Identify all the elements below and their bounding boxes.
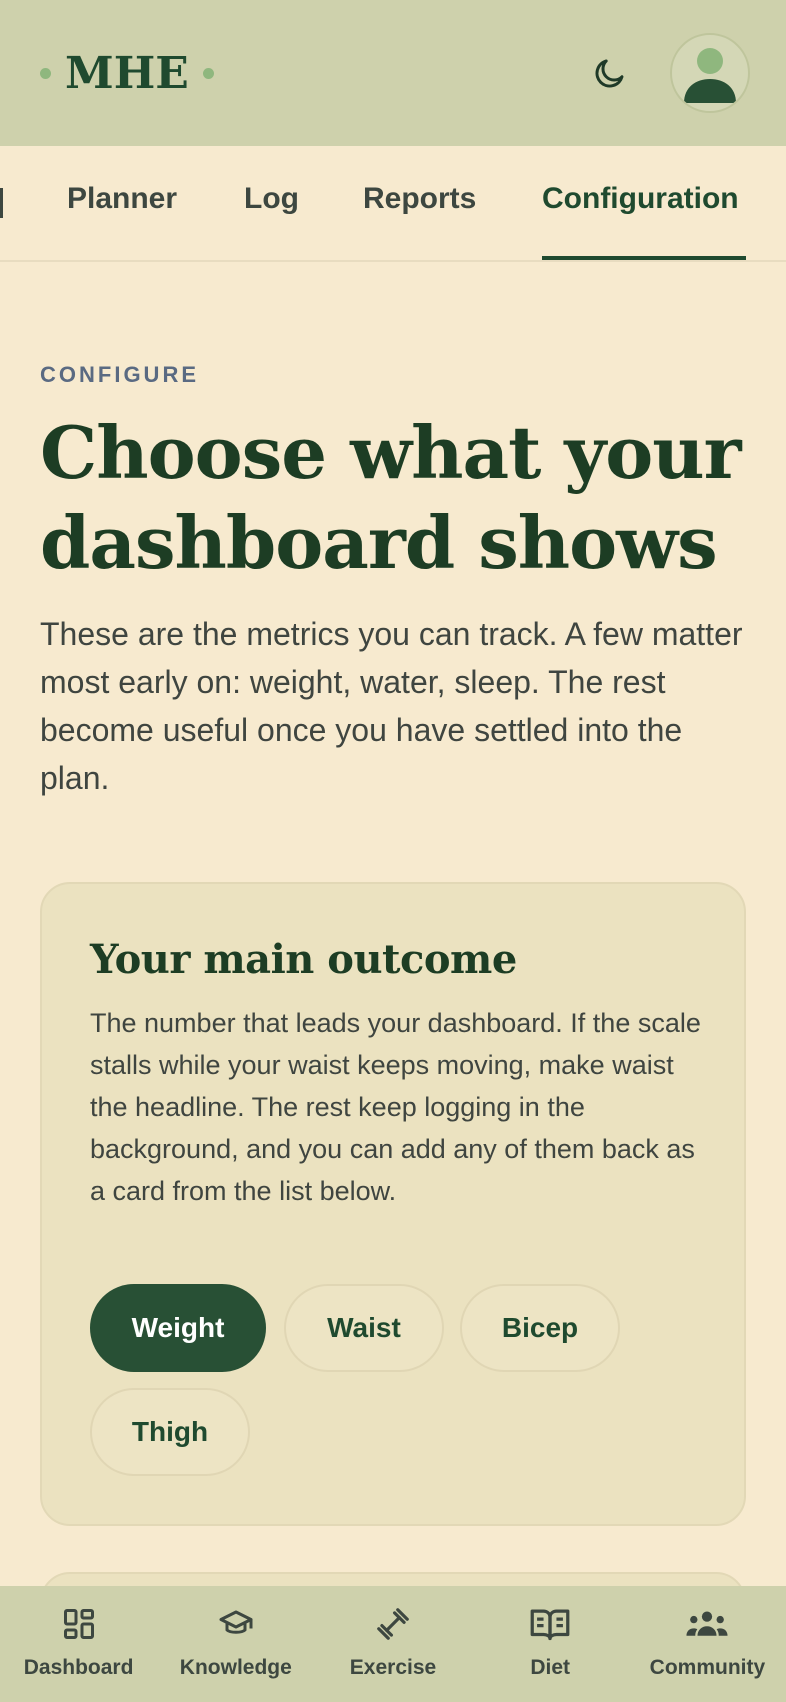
tab-planner[interactable]: Planner xyxy=(67,182,177,216)
nav-label-knowledge: Knowledge xyxy=(179,1656,292,1679)
graduation-cap-icon xyxy=(219,1610,253,1634)
option-bicep-chip[interactable]: Bicep xyxy=(460,1284,620,1372)
theme-toggle-button[interactable] xyxy=(586,49,634,97)
tab-overflow-indicator xyxy=(0,188,3,218)
section-eyebrow: CONFIGURE xyxy=(40,362,199,387)
nav-label-diet: Diet xyxy=(530,1656,571,1679)
logo-dot-right xyxy=(202,67,214,79)
book-icon xyxy=(530,1609,570,1641)
tab-log[interactable]: Log xyxy=(244,182,299,216)
option-waist-chip[interactable]: Waist xyxy=(284,1284,444,1372)
moon-icon xyxy=(595,59,624,88)
logo[interactable]: MHE xyxy=(40,48,214,99)
option-thigh-chip[interactable]: Thigh xyxy=(90,1388,250,1476)
nav-label-exercise: Exercise xyxy=(349,1656,437,1679)
page-title: Choose what your dashboard shows xyxy=(40,410,742,585)
nav-label-community: Community xyxy=(649,1656,766,1679)
user-avatar-icon xyxy=(684,48,736,103)
header-actions xyxy=(586,33,750,113)
nav-item-dashboard[interactable]: Dashboard xyxy=(0,1586,157,1702)
app-header: MHE xyxy=(0,0,786,146)
card-title: Your main outcome xyxy=(90,936,517,983)
tab-configuration[interactable]: Configuration xyxy=(542,182,739,216)
nav-item-community[interactable]: Community xyxy=(629,1586,786,1702)
dashboard-icon xyxy=(63,1609,94,1639)
top-tabs: Planner Log Reports Configuration xyxy=(0,146,786,262)
logo-text: MHE xyxy=(65,47,189,99)
card-description: The number that leads your dashboard. If… xyxy=(90,1008,701,1206)
page: MHE Planner Log Reports Configuration CO… xyxy=(0,0,786,1702)
logo-dot-left xyxy=(40,67,51,79)
avatar-button[interactable] xyxy=(670,33,750,113)
nav-item-exercise[interactable]: Exercise xyxy=(314,1586,471,1702)
nav-label-dashboard: Dashboard xyxy=(23,1656,134,1679)
main-outcome-card: Your main outcome The number that leads … xyxy=(40,882,746,1526)
page-intro: These are the metrics you can track. A f… xyxy=(40,616,743,796)
bottom-nav: Dashboard Knowledge Exercise Diet Commun… xyxy=(0,1586,786,1702)
tab-reports[interactable]: Reports xyxy=(363,182,476,216)
group-icon xyxy=(686,1611,728,1636)
nav-item-knowledge[interactable]: Knowledge xyxy=(157,1586,314,1702)
active-tab-underline xyxy=(542,256,746,260)
dumbbell-icon xyxy=(377,1608,409,1640)
option-weight-chip[interactable]: Weight xyxy=(90,1284,266,1372)
nav-item-diet[interactable]: Diet xyxy=(472,1586,629,1702)
